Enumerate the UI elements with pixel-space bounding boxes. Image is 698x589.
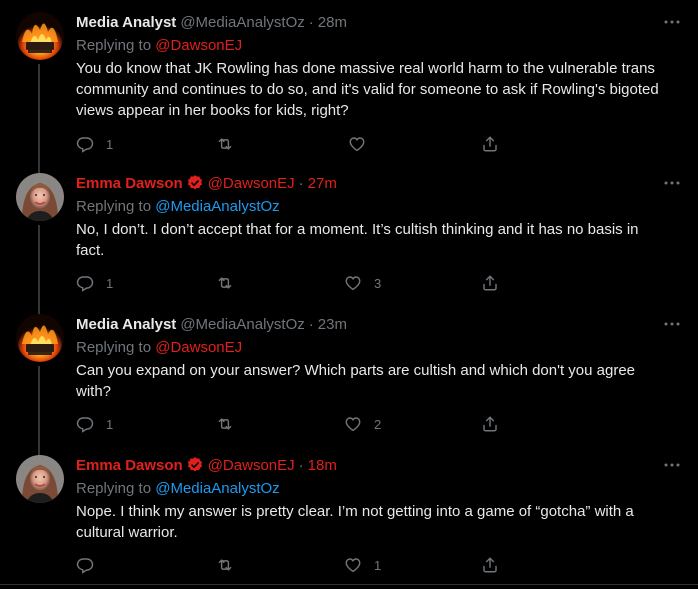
retweet-icon bbox=[218, 418, 232, 430]
tweet-header: Media Analyst @MediaAnalystOz · 28m bbox=[76, 12, 682, 32]
replying-to-label: Replying to bbox=[76, 198, 152, 215]
timestamp[interactable]: 23m bbox=[318, 316, 347, 333]
more-dots-icon[interactable] bbox=[662, 12, 682, 32]
separator-dot: · bbox=[308, 13, 314, 31]
like-button[interactable] bbox=[348, 134, 378, 154]
reply-button[interactable] bbox=[76, 555, 106, 575]
verified-badge-icon[interactable] bbox=[186, 456, 204, 474]
more-dots-icon[interactable] bbox=[662, 314, 682, 334]
tweet-text: Nope. I think my answer is pretty clear.… bbox=[76, 503, 634, 541]
like-count: 1 bbox=[374, 557, 382, 573]
reply-bubble-icon bbox=[76, 137, 94, 153]
like-button[interactable]: 1 bbox=[344, 555, 381, 575]
replying-to-line: Replying to @DawsonEJ bbox=[76, 338, 682, 358]
thread-connector-line bbox=[38, 64, 40, 174]
share-button[interactable] bbox=[481, 273, 499, 293]
share-button[interactable] bbox=[481, 414, 499, 434]
user-handle[interactable]: @MediaAnalystOz bbox=[180, 316, 304, 333]
conversation-thread: Media Analyst @MediaAnalystOz · 28m Repl… bbox=[0, 0, 698, 589]
like-count: 2 bbox=[374, 416, 382, 432]
mention-link[interactable]: @MediaAnalystOz bbox=[155, 480, 279, 497]
avatar[interactable] bbox=[16, 12, 64, 60]
replying-to-label: Replying to bbox=[76, 37, 152, 54]
tweet-actions: 1 2 bbox=[76, 414, 516, 434]
tweet-header: Emma Dawson @DawsonEJ · 18m bbox=[76, 455, 682, 475]
reply-button[interactable]: 1 bbox=[76, 134, 113, 154]
share-upload-icon bbox=[483, 136, 497, 152]
share-upload-icon bbox=[483, 416, 497, 432]
more-dots-icon[interactable] bbox=[662, 455, 682, 475]
more-dots-icon[interactable] bbox=[662, 173, 682, 193]
retweet-button[interactable] bbox=[216, 134, 246, 154]
reply-count: 1 bbox=[106, 136, 114, 152]
avatar[interactable] bbox=[16, 455, 64, 503]
share-upload-icon bbox=[483, 557, 497, 573]
heart-icon bbox=[345, 276, 361, 291]
share-button[interactable] bbox=[481, 555, 499, 575]
tweet-header: Media Analyst @MediaAnalystOz · 23m bbox=[76, 314, 682, 334]
divider bbox=[0, 584, 698, 585]
retweet-icon bbox=[218, 138, 232, 150]
replying-to-line: Replying to @DawsonEJ bbox=[76, 36, 682, 56]
heart-icon bbox=[345, 417, 361, 432]
reply-count: 1 bbox=[106, 416, 114, 432]
replying-to-line: Replying to @MediaAnalystOz bbox=[76, 479, 682, 499]
reply-button[interactable]: 1 bbox=[76, 273, 113, 293]
avatar[interactable] bbox=[16, 173, 64, 221]
retweet-button[interactable] bbox=[216, 273, 246, 293]
like-count: 3 bbox=[374, 275, 382, 291]
avatar[interactable] bbox=[16, 314, 64, 362]
display-name[interactable]: Emma Dawson bbox=[76, 175, 183, 192]
separator-dot: · bbox=[298, 174, 304, 192]
mention-link[interactable]: @MediaAnalystOz bbox=[155, 198, 279, 215]
share-upload-icon bbox=[483, 275, 497, 291]
replying-to-label: Replying to bbox=[76, 480, 152, 497]
retweet-button[interactable] bbox=[216, 414, 246, 434]
reply-bubble-icon bbox=[76, 558, 94, 574]
reply-bubble-icon bbox=[76, 276, 94, 292]
separator-dot: · bbox=[308, 315, 314, 333]
separator-dot: · bbox=[298, 456, 304, 474]
retweet-icon bbox=[218, 277, 232, 289]
display-name[interactable]: Emma Dawson bbox=[76, 457, 183, 474]
display-name[interactable]: Media Analyst bbox=[76, 316, 176, 333]
tweet-actions: 1 bbox=[76, 555, 516, 575]
timestamp[interactable]: 18m bbox=[308, 457, 337, 474]
reply-bubble-icon bbox=[76, 417, 94, 433]
tweet-header: Emma Dawson @DawsonEJ · 27m bbox=[76, 173, 682, 193]
reply-count: 1 bbox=[106, 275, 114, 291]
verified-badge-icon[interactable] bbox=[186, 174, 204, 192]
mention-link[interactable]: @DawsonEJ bbox=[155, 339, 242, 356]
user-handle[interactable]: @MediaAnalystOz bbox=[180, 14, 304, 31]
retweet-button[interactable] bbox=[216, 555, 246, 575]
tweet-text: You do know that JK Rowling has done mas… bbox=[76, 60, 659, 119]
like-button[interactable]: 3 bbox=[344, 273, 381, 293]
heart-icon bbox=[349, 137, 365, 152]
timestamp[interactable]: 27m bbox=[308, 175, 337, 192]
user-handle[interactable]: @DawsonEJ bbox=[208, 175, 295, 192]
reply-button[interactable]: 1 bbox=[76, 414, 113, 434]
replying-to-label: Replying to bbox=[76, 339, 152, 356]
thread-connector-line bbox=[38, 225, 40, 315]
replying-to-line: Replying to @MediaAnalystOz bbox=[76, 197, 682, 217]
user-handle[interactable]: @DawsonEJ bbox=[208, 457, 295, 474]
tweet-text: Can you expand on your answer? Which par… bbox=[76, 362, 636, 400]
mention-link[interactable]: @DawsonEJ bbox=[155, 37, 242, 54]
tweet-text: No, I don’t. I don’t accept that for a m… bbox=[76, 221, 639, 259]
retweet-icon bbox=[218, 559, 232, 571]
tweet-actions: 1 bbox=[76, 134, 516, 154]
thread-connector-line bbox=[38, 366, 40, 456]
share-button[interactable] bbox=[481, 134, 499, 154]
tweet-actions: 1 3 bbox=[76, 273, 516, 293]
heart-icon bbox=[345, 558, 361, 573]
timestamp[interactable]: 28m bbox=[318, 14, 347, 31]
display-name[interactable]: Media Analyst bbox=[76, 14, 176, 31]
like-button[interactable]: 2 bbox=[344, 414, 381, 434]
